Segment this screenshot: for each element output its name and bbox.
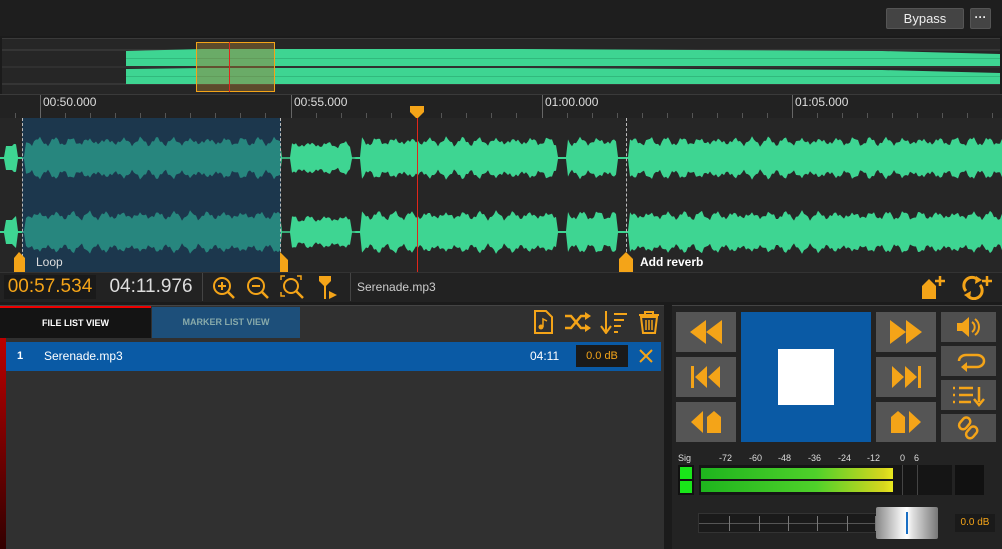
playlist-icon <box>953 386 985 407</box>
table-row[interactable]: 1 Serenade.mp3 04:11 0.0 dB <box>6 342 661 371</box>
reverb-marker-icon[interactable] <box>619 252 633 272</box>
shuffle-icon[interactable] <box>564 310 592 334</box>
go-to-marker-icon[interactable] <box>313 274 341 300</box>
ruler-major-tick <box>542 95 543 119</box>
file-index: 1 <box>17 350 24 362</box>
file-gain[interactable]: 0.0 dB <box>576 345 628 367</box>
previous-track-button[interactable] <box>676 357 736 397</box>
loop-icon <box>957 353 986 372</box>
current-time-display[interactable]: 00:57.534 <box>4 275 96 299</box>
ruler-label: 00:55.000 <box>294 95 348 109</box>
link-button[interactable] <box>941 414 996 442</box>
reverb-marker-label: Add reverb <box>640 255 704 269</box>
skip-previous-icon <box>691 366 720 388</box>
loop-region-start-line <box>22 118 23 272</box>
link-icon <box>957 416 979 440</box>
fast-forward-button[interactable] <box>876 312 936 352</box>
overview-waveform[interactable] <box>2 38 1000 94</box>
level-meter-left-bar <box>701 468 893 479</box>
next-track-button[interactable] <box>876 357 936 397</box>
zoom-fit-icon[interactable] <box>279 274 307 300</box>
meter-scale-label: -12 <box>867 453 881 463</box>
audio-editor: Bypass ··· 00:50.000 00:55.000 01:00.000… <box>0 0 1002 549</box>
overview-waveform-graphic <box>2 49 1000 85</box>
level-meter <box>699 465 952 495</box>
timeline-file-name: Serenade.mp3 <box>350 273 520 301</box>
loop-marker-label: Loop <box>36 255 63 269</box>
fast-forward-icon <box>890 320 922 344</box>
playhead-line <box>417 118 418 272</box>
volume-slider-handle[interactable] <box>876 507 938 539</box>
meter-scale-label: 0 <box>900 453 906 463</box>
ruler-label: 00:50.000 <box>43 95 97 109</box>
rewind-button[interactable] <box>676 312 736 352</box>
add-file-icon[interactable] <box>532 310 554 334</box>
top-toolbar <box>0 0 1002 36</box>
previous-marker-button[interactable] <box>676 402 736 442</box>
loop-region-end-line <box>280 118 281 272</box>
volume-button[interactable] <box>941 312 996 342</box>
playlist-order-button[interactable] <box>941 380 996 410</box>
meter-scale-label: -36 <box>808 453 822 463</box>
next-marker-button[interactable] <box>876 402 936 442</box>
loop-toggle-button[interactable] <box>941 346 996 376</box>
zoom-in-icon[interactable] <box>210 274 238 300</box>
trash-icon[interactable] <box>638 310 660 334</box>
overview-playhead <box>229 42 230 92</box>
meter-scale-label: -60 <box>749 453 763 463</box>
ruler-major-tick <box>291 95 292 119</box>
meter-scale-label: -72 <box>719 453 733 463</box>
ruler-major-tick <box>792 95 793 119</box>
rewind-icon <box>690 320 722 344</box>
meter-scale-label: -48 <box>778 453 792 463</box>
zoom-out-icon[interactable] <box>244 274 272 300</box>
file-name: Serenade.mp3 <box>44 349 123 363</box>
main-waveform[interactable]: Loop Add reverb <box>0 118 1002 272</box>
previous-marker-icon <box>691 411 721 433</box>
sort-icon[interactable] <box>600 310 628 334</box>
file-duration: 04:11 <box>530 349 560 363</box>
ruler-label: 01:05.000 <box>795 95 849 109</box>
loop-end-marker-icon[interactable] <box>280 252 288 272</box>
clip-indicator[interactable] <box>955 465 984 495</box>
tab-file-list-view[interactable]: FILE LIST VIEW <box>0 306 151 338</box>
stop-icon <box>778 349 834 405</box>
tab-marker-list-view[interactable]: MARKER LIST VIEW <box>152 307 300 338</box>
signal-indicator <box>678 465 694 495</box>
time-ruler[interactable]: 00:50.000 00:55.000 01:00.000 01:05.000 <box>0 94 1002 119</box>
meter-scale-label: -24 <box>838 453 852 463</box>
overview-view-window[interactable] <box>196 42 275 92</box>
speaker-icon <box>957 317 980 337</box>
volume-value[interactable]: 0.0 dB <box>955 514 995 532</box>
skip-next-icon <box>892 366 921 388</box>
add-marker-icon[interactable] <box>918 274 950 300</box>
more-options-button[interactable]: ··· <box>970 8 991 29</box>
ruler-label: 01:00.000 <box>545 95 599 109</box>
ruler-major-tick <box>40 95 41 119</box>
meter-scale-label: 6 <box>914 453 920 463</box>
add-loop-icon[interactable] <box>960 274 994 300</box>
level-meter-right-bar <box>701 481 893 492</box>
loop-start-marker-icon[interactable] <box>14 252 25 272</box>
next-marker-icon <box>891 411 921 433</box>
bypass-button[interactable]: Bypass <box>886 8 964 29</box>
remove-file-icon[interactable] <box>639 349 653 363</box>
total-time-display: 04:11.976 <box>109 276 193 297</box>
loop-region[interactable] <box>22 118 281 272</box>
signal-label: Sig <box>678 453 692 463</box>
reverb-marker-line <box>626 118 627 272</box>
toolbar-divider <box>202 273 203 301</box>
